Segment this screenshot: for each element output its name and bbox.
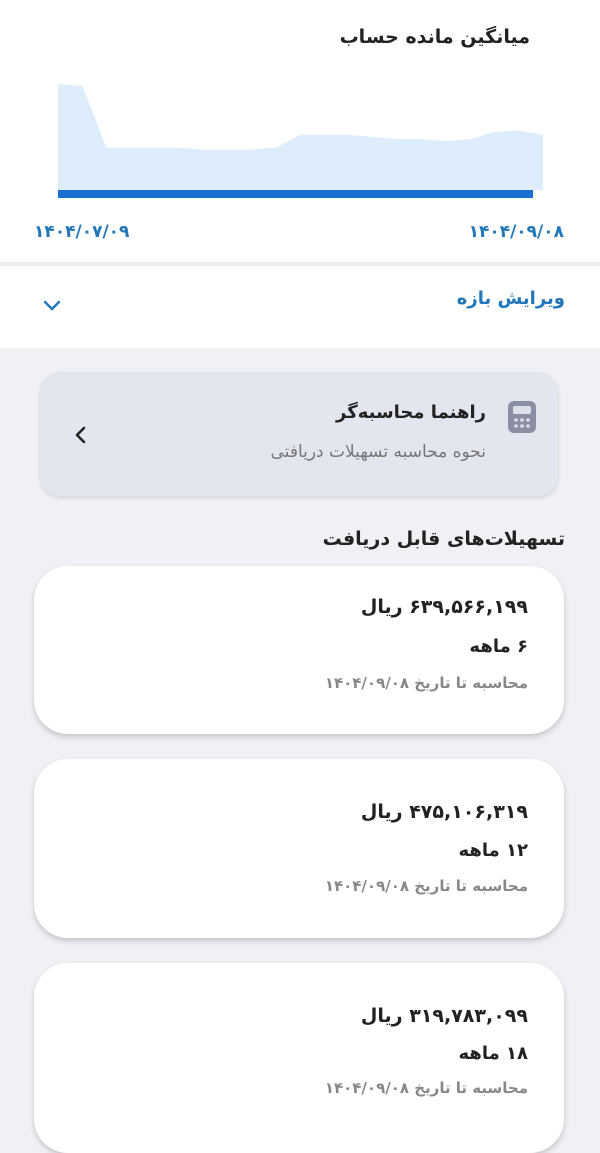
chart-start-date: ۱۴۰۴/۰۷/۰۹ [34, 222, 130, 242]
loan-amount: ۳۱۹,۷۸۳,۰۹۹ ریال [360, 1005, 528, 1027]
balance-area-series [58, 84, 543, 190]
loan-date-note: محاسبه تا تاریخ ۱۴۰۴/۰۹/۰۸ [324, 1079, 528, 1097]
calculator-icon [508, 401, 536, 433]
loan-date-note: محاسبه تا تاریخ ۱۴۰۴/۰۹/۰۸ [324, 877, 528, 895]
loan-term: ۶ ماهه [469, 636, 528, 657]
calculator-guide-card[interactable]: راهنما محاسبه‌گر نحوه محاسبه تسهیلات دری… [40, 372, 558, 496]
loan-amount: ۴۷۵,۱۰۶,۳۱۹ ریال [360, 801, 528, 823]
guide-subtitle: نحوه محاسبه تسهیلات دریافتی [270, 442, 486, 462]
loan-amount: ۶۳۹,۵۶۶,۱۹۹ ریال [360, 596, 528, 618]
chevron-down-icon [43, 300, 61, 311]
guide-title: راهنما محاسبه‌گر [336, 402, 486, 423]
edit-range-label: ویرایش بازه [456, 288, 565, 309]
loan-card-6-month[interactable]: ۶۳۹,۵۶۶,۱۹۹ ریال ۶ ماهه محاسبه تا تاریخ … [34, 566, 564, 734]
loan-card-18-month[interactable]: ۳۱۹,۷۸۳,۰۹۹ ریال ۱۸ ماهه محاسبه تا تاریخ… [34, 963, 564, 1153]
loan-term: ۱۸ ماهه [458, 1043, 528, 1064]
chevron-left-icon [75, 426, 86, 444]
balance-chart-panel: میانگین مانده حساب ۱۴۰۴/۰۷/۰۹ ۱۴۰۴/۰۹/۰۸ [0, 0, 600, 262]
loan-card-12-month[interactable]: ۴۷۵,۱۰۶,۳۱۹ ریال ۱۲ ماهه محاسبه تا تاریخ… [34, 759, 564, 938]
loan-date-note: محاسبه تا تاریخ ۱۴۰۴/۰۹/۰۸ [324, 674, 528, 692]
loan-term: ۱۲ ماهه [458, 840, 528, 861]
chart-title: میانگین مانده حساب [339, 26, 530, 48]
section-title: تسهیلات‌های قابل دریافت [322, 528, 565, 550]
chart-end-date: ۱۴۰۴/۰۹/۰۸ [468, 222, 564, 242]
edit-range-row[interactable]: ویرایش بازه [0, 266, 600, 348]
chart-baseline-bar [58, 190, 533, 198]
